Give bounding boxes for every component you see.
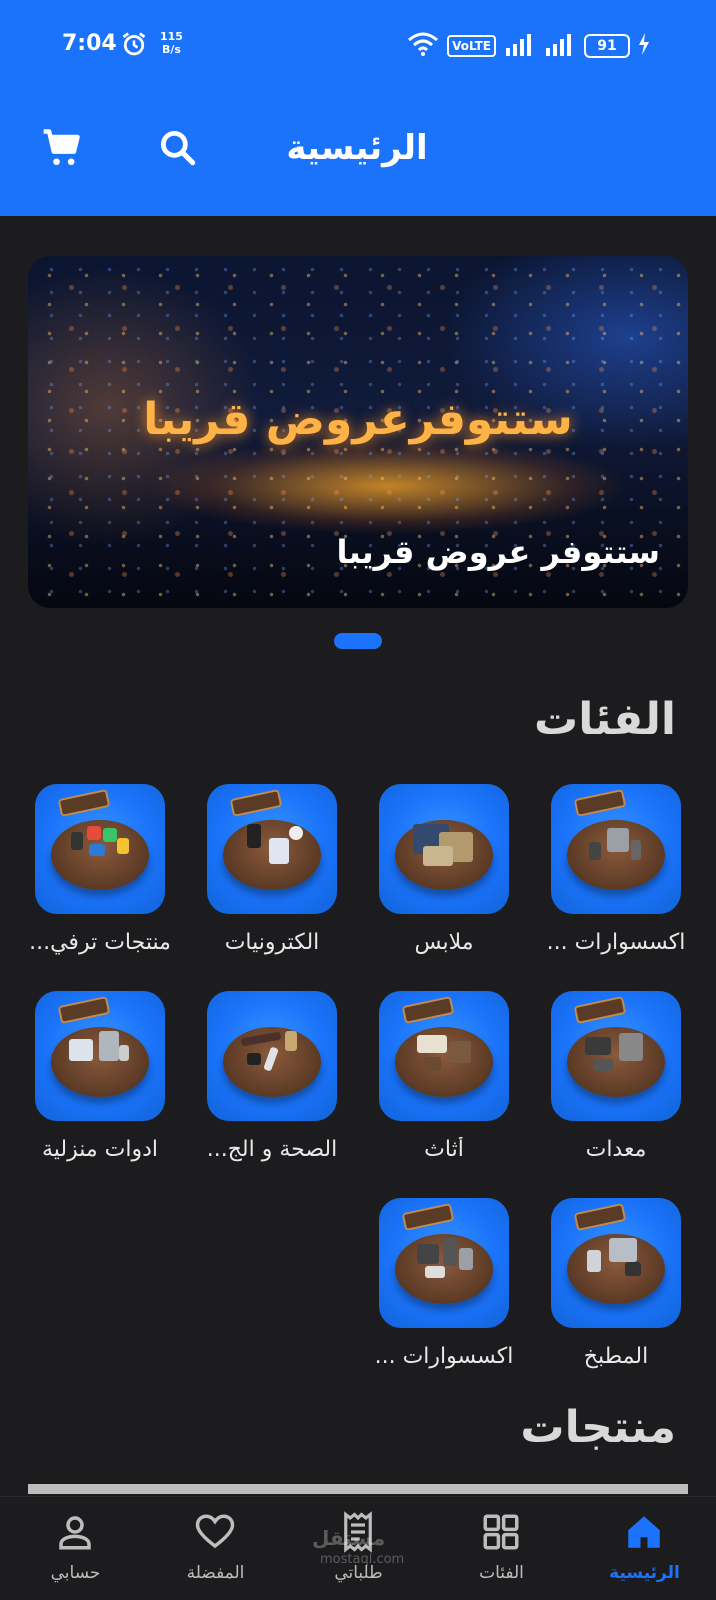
category-label: ادوات منزلية <box>41 1137 159 1162</box>
status-icons: VoLTE 91 <box>407 32 650 60</box>
watermark: مستقل <box>312 1526 386 1550</box>
products-title: منتجات <box>520 1402 676 1453</box>
category-image <box>379 991 509 1121</box>
cart-icon[interactable] <box>40 126 84 170</box>
nav-label: الفئات <box>479 1563 524 1583</box>
wifi-icon <box>407 32 439 60</box>
nav-label: المفضلة <box>186 1563 245 1583</box>
category-items <box>585 1238 649 1284</box>
category-label: منتجات ترفي... <box>29 930 171 955</box>
nav-label: الرئيسية <box>609 1563 680 1583</box>
net-speed-unit: B/s <box>162 43 181 56</box>
home-icon <box>623 1511 665 1553</box>
category-sign <box>573 995 627 1025</box>
category-label: الكترونيات <box>224 930 320 955</box>
search-icon[interactable] <box>156 126 200 170</box>
category-label: معدات <box>585 1137 647 1162</box>
heart-icon <box>194 1511 236 1553</box>
net-speed: 115 B/s <box>160 30 183 56</box>
category-sign <box>401 1202 455 1232</box>
status-time: 7:04 <box>62 31 117 56</box>
category-image <box>379 1198 509 1328</box>
category-sign <box>573 1202 627 1232</box>
charging-icon <box>638 33 650 59</box>
category-label: الصحة و الج... <box>206 1137 338 1162</box>
signal-icon <box>504 32 536 60</box>
category-label: ملابس <box>414 930 474 955</box>
app-bar: 7:04 115 B/s VoLTE 91 الرئيسية <box>0 0 716 216</box>
category-items <box>413 824 477 870</box>
page-title: الرئيسية <box>286 128 428 168</box>
category-items <box>240 1031 305 1077</box>
category-items <box>585 1031 649 1077</box>
category-items <box>413 1031 477 1077</box>
nav-favorites[interactable]: المفضلة <box>144 1497 287 1600</box>
category-items <box>69 1031 133 1077</box>
category-image <box>551 784 681 914</box>
net-speed-value: 115 <box>160 30 183 43</box>
nav-categories[interactable]: الفئات <box>430 1497 573 1600</box>
volte-badge: VoLTE <box>447 35 496 57</box>
category-items <box>69 824 133 870</box>
person-icon <box>54 1511 96 1553</box>
category-items <box>413 1238 477 1284</box>
category-label: اكسسوارات ... <box>374 1344 514 1369</box>
banner-headline: ستتوفرعروض قريبا <box>143 394 573 445</box>
grid-icon <box>480 1511 522 1553</box>
category-label: المطبخ <box>583 1344 649 1369</box>
nav-account[interactable]: حسابي <box>4 1497 147 1600</box>
category-image <box>551 1198 681 1328</box>
banner-caption: ستتوفر عروض قريبا <box>336 533 660 571</box>
status-bar: 7:04 115 B/s VoLTE 91 <box>0 26 716 66</box>
battery-indicator: 91 <box>584 34 630 58</box>
category-image <box>207 784 337 914</box>
watermark-sub: mostaql.com <box>320 1552 405 1567</box>
promo-banner[interactable]: ستتوفرعروض قريبا ستتوفر عروض قريبا <box>28 256 688 608</box>
nav-home[interactable]: الرئيسية <box>573 1497 716 1600</box>
alarm-icon <box>120 30 148 62</box>
category-label: أثاث <box>424 1137 464 1162</box>
products-list-edge <box>28 1484 688 1494</box>
carousel-indicator[interactable] <box>334 633 382 649</box>
category-sign <box>57 995 111 1025</box>
category-sign <box>229 788 283 818</box>
category-sign <box>57 788 111 818</box>
category-image <box>35 784 165 914</box>
category-sign <box>573 788 627 818</box>
category-image <box>379 784 509 914</box>
category-items <box>585 824 649 870</box>
category-image <box>207 991 337 1121</box>
category-sign <box>401 995 455 1025</box>
category-image <box>551 991 681 1121</box>
category-items <box>241 824 305 870</box>
category-image <box>35 991 165 1121</box>
signal-icon-2 <box>544 32 576 60</box>
category-label: اكسسوارات ... <box>546 930 686 955</box>
categories-title: الفئات <box>534 694 676 745</box>
nav-label: حسابي <box>50 1563 101 1583</box>
